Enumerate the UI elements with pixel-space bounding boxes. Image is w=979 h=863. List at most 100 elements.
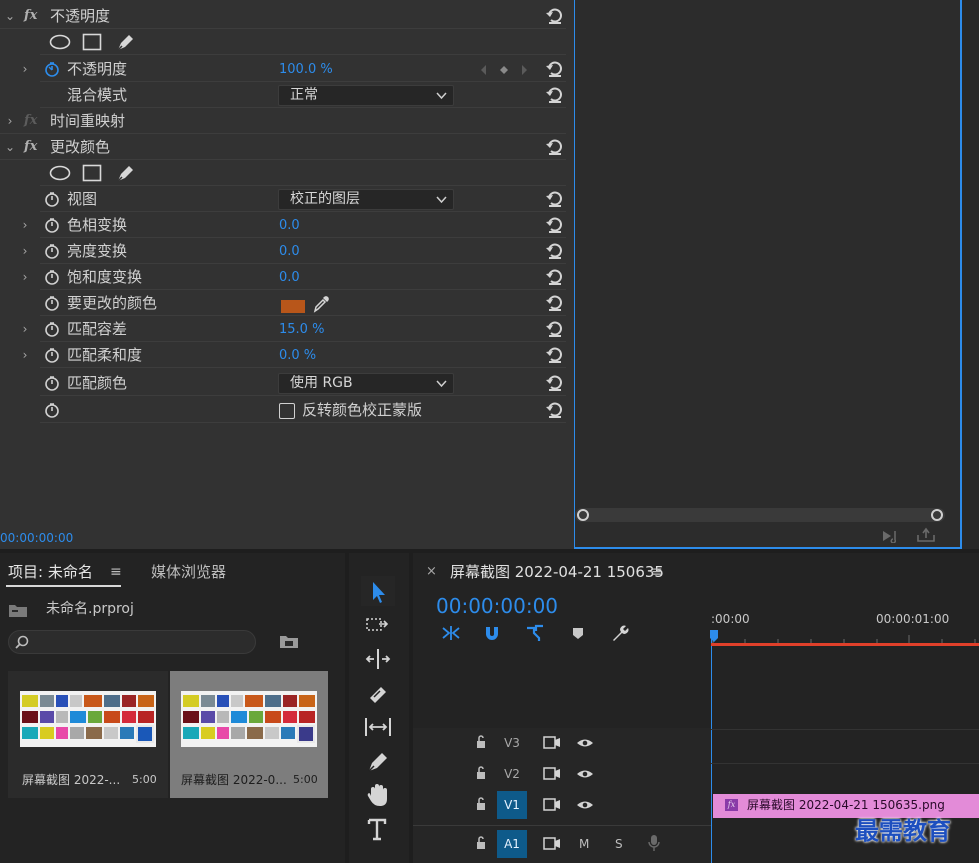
lightness-transform-value[interactable]: 0.0 <box>279 238 300 266</box>
lock-icon[interactable] <box>475 766 487 780</box>
solo-button[interactable]: S <box>615 835 623 853</box>
match-softness-value[interactable]: 0.0 % <box>279 342 316 370</box>
playhead-marker-icon[interactable] <box>709 629 719 643</box>
razor-tool[interactable] <box>361 678 395 708</box>
reset-icon[interactable] <box>545 293 565 313</box>
chevron-down-icon[interactable]: ⌄ <box>4 134 16 160</box>
export-icon[interactable] <box>915 527 937 543</box>
chevron-right-icon[interactable]: › <box>19 56 31 82</box>
rectangle-mask-icon[interactable] <box>82 33 102 51</box>
timeline-timecode[interactable]: 00:00:00:00 <box>436 594 558 618</box>
close-tab-icon[interactable]: × <box>426 562 437 582</box>
stopwatch-icon[interactable] <box>44 243 60 259</box>
stopwatch-icon[interactable] <box>44 402 60 418</box>
type-tool[interactable] <box>361 814 395 844</box>
reset-icon[interactable] <box>545 319 565 339</box>
match-colors-dropdown[interactable]: 使用 RGB <box>278 373 454 394</box>
stopwatch-icon[interactable] <box>44 269 60 285</box>
stopwatch-icon[interactable] <box>44 217 60 233</box>
tab-media-browser[interactable]: 媒体浏览器 <box>151 561 226 583</box>
eyedropper-icon[interactable] <box>312 295 330 313</box>
lock-icon[interactable] <box>475 735 487 749</box>
reset-icon[interactable] <box>545 6 565 26</box>
stopwatch-icon[interactable] <box>44 191 60 207</box>
mute-button[interactable]: M <box>579 835 589 853</box>
ripple-edit-tool[interactable] <box>361 644 395 674</box>
search-input[interactable] <box>8 630 256 654</box>
project-item-selected[interactable]: 屏幕截图 2022-0... 5:00 <box>170 671 328 798</box>
playhead-line[interactable] <box>711 633 712 863</box>
stopwatch-icon-active[interactable] <box>44 61 60 77</box>
eye-icon[interactable] <box>576 799 594 811</box>
chevron-right-icon[interactable]: › <box>19 238 31 264</box>
opacity-section-header[interactable]: ⌄ fx 不透明度 <box>0 3 572 29</box>
chevron-right-icon[interactable]: › <box>4 108 16 134</box>
linked-selection-icon[interactable] <box>525 624 545 642</box>
keyframe-navigator[interactable] <box>480 64 530 76</box>
ellipse-mask-icon[interactable] <box>49 34 71 50</box>
stopwatch-icon[interactable] <box>44 321 60 337</box>
hand-tool[interactable] <box>361 780 395 810</box>
invert-mask-checkbox[interactable] <box>279 403 295 419</box>
saturation-transform-value[interactable]: 0.0 <box>279 264 300 292</box>
reset-icon[interactable] <box>545 189 565 209</box>
sync-lock-icon[interactable] <box>543 767 561 780</box>
eye-icon[interactable] <box>576 737 594 749</box>
hue-transform-value[interactable]: 0.0 <box>279 212 300 240</box>
reset-icon[interactable] <box>545 400 565 420</box>
project-item[interactable]: 屏幕截图 2022-... 5:00 <box>8 671 168 798</box>
work-area-bar[interactable] <box>711 643 979 646</box>
pen-mask-icon[interactable] <box>115 31 137 53</box>
tab-menu-icon[interactable]: ≡ <box>651 561 663 583</box>
chevron-right-icon[interactable]: › <box>19 264 31 290</box>
track-select-tool[interactable] <box>361 610 395 640</box>
reset-icon[interactable] <box>545 241 565 261</box>
reset-icon[interactable] <box>545 345 565 365</box>
insert-nest-icon[interactable] <box>441 624 461 642</box>
track-label-v1[interactable]: V1 <box>497 791 527 819</box>
stopwatch-icon[interactable] <box>44 375 60 391</box>
stopwatch-icon[interactable] <box>44 347 60 363</box>
effect-timecode[interactable]: 00:00:00:00 <box>0 528 73 548</box>
track-label-v2[interactable]: V2 <box>497 760 527 788</box>
chevron-down-icon[interactable]: ⌄ <box>4 3 16 29</box>
lock-icon[interactable] <box>475 797 487 811</box>
play-audio-icon[interactable] <box>881 529 901 543</box>
snap-magnet-icon[interactable] <box>483 624 501 642</box>
chevron-right-icon[interactable]: › <box>19 212 31 238</box>
tab-project[interactable]: 项目: 未命名 <box>8 561 93 583</box>
pen-mask-icon[interactable] <box>115 162 137 184</box>
scroll-handle-right[interactable] <box>931 509 943 521</box>
lock-icon[interactable] <box>475 836 487 850</box>
new-bin-icon[interactable] <box>279 633 299 649</box>
sync-lock-icon[interactable] <box>543 837 561 850</box>
slip-tool[interactable] <box>361 712 395 742</box>
reset-icon[interactable] <box>545 59 565 79</box>
selection-tool[interactable] <box>361 576 395 606</box>
chevron-right-icon[interactable]: › <box>19 342 31 368</box>
track-label-v3[interactable]: V3 <box>497 729 527 757</box>
sync-lock-icon[interactable] <box>543 736 561 749</box>
pen-tool[interactable] <box>361 746 395 776</box>
eye-icon[interactable] <box>576 768 594 780</box>
time-remap-section-header[interactable]: › fx 时间重映射 <box>0 108 572 134</box>
tab-menu-icon[interactable]: ≡ <box>110 561 122 583</box>
rectangle-mask-icon[interactable] <box>82 164 102 182</box>
scroll-handle-left[interactable] <box>577 509 589 521</box>
reset-icon[interactable] <box>545 267 565 287</box>
reset-icon[interactable] <box>545 215 565 235</box>
sync-lock-icon[interactable] <box>543 798 561 811</box>
reset-icon[interactable] <box>545 85 565 105</box>
track-label-a1[interactable]: A1 <box>497 830 527 858</box>
match-tolerance-value[interactable]: 15.0 % <box>279 316 324 344</box>
opacity-value[interactable]: 100.0 % <box>279 56 333 84</box>
stopwatch-icon[interactable] <box>44 295 60 311</box>
change-color-section-header[interactable]: ⌄ fx 更改颜色 <box>0 134 572 160</box>
color-swatch[interactable] <box>281 300 305 313</box>
chevron-right-icon[interactable]: › <box>19 316 31 342</box>
add-marker-icon[interactable] <box>571 626 585 640</box>
sequence-tab[interactable]: 屏幕截图 2022-04-21 150635 <box>450 561 664 583</box>
fx-icon[interactable]: fx <box>24 3 37 29</box>
view-dropdown[interactable]: 校正的图层 <box>278 189 454 210</box>
fx-icon[interactable]: fx <box>24 134 37 160</box>
